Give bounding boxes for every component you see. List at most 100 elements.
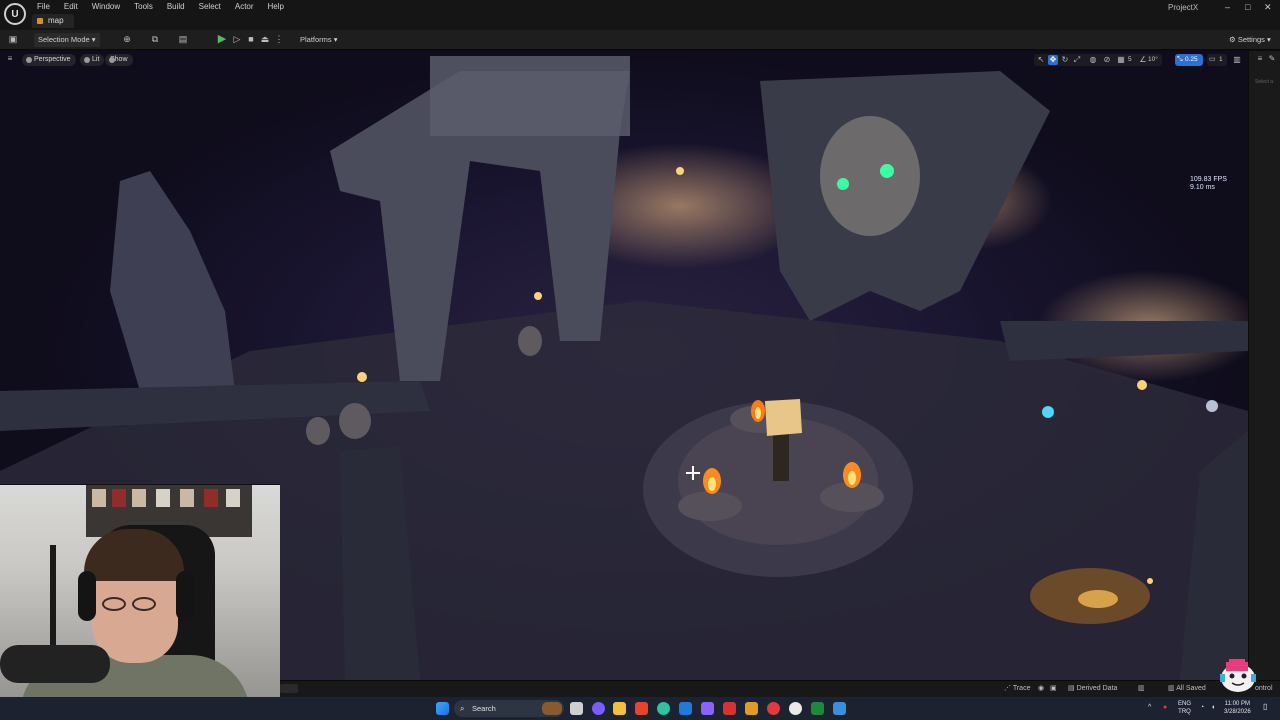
edit-icon[interactable]: ✎ [1267,54,1277,64]
gear-icon: ⚙ [1229,35,1236,44]
layout-icon[interactable]: ▥ [1232,55,1242,65]
platforms-button[interactable]: Platforms ▾ [296,33,342,47]
menu-help[interactable]: Help [261,2,291,12]
grid-snap-icon[interactable]: ▦ [1116,55,1126,65]
details-panel-collapsed[interactable]: ≡ ✎ Select a [1248,51,1280,680]
save-all-button[interactable]: ▥ All Saved [1168,684,1206,694]
edge-icon[interactable] [657,702,670,715]
eject-icon[interactable]: ⏏ [260,34,270,44]
clay-pot [306,417,330,445]
menu-window[interactable]: Window [85,2,127,12]
language-bottom: TRQ [1178,709,1191,715]
snipping-tool-icon[interactable] [833,702,846,715]
minimize-icon[interactable]: – [1225,2,1230,12]
camera-speed-button[interactable]: 0.25 ⤡ [1175,54,1203,66]
flame-top-core [755,407,761,419]
chrome-icon[interactable] [767,702,780,715]
shelf-item [180,489,194,507]
designer-icon[interactable] [811,702,824,715]
source-control-icon[interactable]: ▥ [1138,684,1145,694]
play-icon[interactable]: ▶ [217,34,227,45]
headset-left [78,571,96,621]
tab-map[interactable]: map [32,14,74,28]
search-icon: ⌕ [460,704,465,713]
rotation-snap-value[interactable]: 10° [1148,55,1158,65]
trace-button[interactable]: ⋰ Trace [1004,684,1030,694]
gold-coins [1078,590,1118,608]
search-label: Search [472,704,496,713]
viewport-menu-icon[interactable]: ≡ [5,54,15,64]
shelf-item [92,489,106,507]
wifi-icon[interactable]: ◔ [1200,704,1204,712]
clock-date: 3/28/2026 [1224,709,1251,715]
content-drawer-button[interactable] [280,684,298,693]
copilot-icon[interactable] [592,702,605,715]
show-button[interactable]: Show [105,54,133,66]
store-icon[interactable] [679,702,692,715]
headset-right [176,571,194,621]
stone-wall-top [430,56,630,136]
select-icon[interactable]: ↖ [1036,55,1046,65]
blender-icon[interactable] [745,702,758,715]
rotation-snap-icon[interactable]: ∠ [1138,55,1148,65]
unreal-logo-icon[interactable]: U [4,3,26,25]
file-explorer-icon[interactable] [613,702,626,715]
details-hint: Select a [1255,79,1274,85]
menu-select[interactable]: Select [192,2,228,12]
trace-label: Trace [1012,685,1031,692]
webcam-overlay [0,484,280,720]
skull-eye-left [837,178,849,190]
cursor-crosshair [686,466,700,480]
language-indicator[interactable]: ENG TRQ [1178,700,1191,716]
menu-tools[interactable]: Tools [127,2,160,12]
grid-snap-value[interactable]: 5 [1128,55,1132,65]
volume-icon[interactable]: ◖ [1211,704,1215,712]
cinematics-icon[interactable]: ▤ [178,34,188,44]
tray-chevron-icon[interactable]: ^ [1148,704,1151,712]
notification-bell-icon[interactable]: ▯ [1263,703,1267,711]
settings-button[interactable]: ⚙ Settings ▾ [1225,33,1275,47]
add-content-icon[interactable]: ⊕ [122,34,132,44]
maximize-icon[interactable]: □ [1245,2,1250,12]
lit-button[interactable]: Lit [80,54,105,66]
scale-icon[interactable]: ⤢ [1072,55,1082,65]
screenshot-icon[interactable]: ▣ [1050,684,1057,694]
outliner-icon[interactable]: ≡ [1255,54,1265,64]
selection-mode-label: Selection Mode [38,35,90,44]
save-icon[interactable]: ▣ [8,34,18,44]
camera-count-button[interactable]: ▭ 1 [1207,54,1227,66]
stop-icon[interactable]: ■ [246,34,256,44]
camera-speed-value: 0.25 [1185,56,1198,63]
step-icon[interactable]: ▷ [232,34,242,44]
flame-left-core [708,477,716,491]
main-toolbar: ▣ Selection Mode ▾ ⊕ ⧉ ▤ ▶ ▷ ■ ⏏ ⋮ Platf… [0,30,1280,50]
close-icon[interactable]: ✕ [1264,2,1272,13]
mic-muted-icon[interactable]: ● [1163,704,1167,712]
right-railing [1000,321,1248,361]
record-icon[interactable]: ◉ [1038,684,1044,694]
menu-actor[interactable]: Actor [228,2,261,12]
red-app-icon[interactable] [723,702,736,715]
move-icon[interactable]: ✥ [1048,55,1058,65]
perspective-button[interactable]: Perspective [22,54,76,66]
candle-light [534,292,542,300]
derived-data-button[interactable]: ▤ Derived Data [1068,684,1117,694]
menu-file[interactable]: File [30,2,57,12]
surface-snap-icon[interactable]: ⊘ [1102,55,1112,65]
more-options-icon[interactable]: ⋮ [274,34,284,44]
world-space-icon[interactable]: ◍ [1088,55,1098,65]
candle-light [676,167,684,175]
menu-edit[interactable]: Edit [57,2,85,12]
language-top: ENG [1178,701,1192,707]
task-view-icon[interactable] [570,702,583,715]
menu-build[interactable]: Build [160,2,192,12]
lectern-stand [773,431,789,481]
windows-start-icon[interactable] [436,702,449,715]
game-controller-icon[interactable] [701,702,714,715]
filezilla-icon[interactable] [635,702,648,715]
selection-mode-button[interactable]: Selection Mode ▾ [34,33,100,47]
rotate-icon[interactable]: ↻ [1060,55,1070,65]
blueprint-icon[interactable]: ⧉ [150,34,160,44]
clock[interactable]: 11:00 PM 3/28/2026 [1224,700,1251,716]
unreal-engine-icon[interactable] [789,702,802,715]
